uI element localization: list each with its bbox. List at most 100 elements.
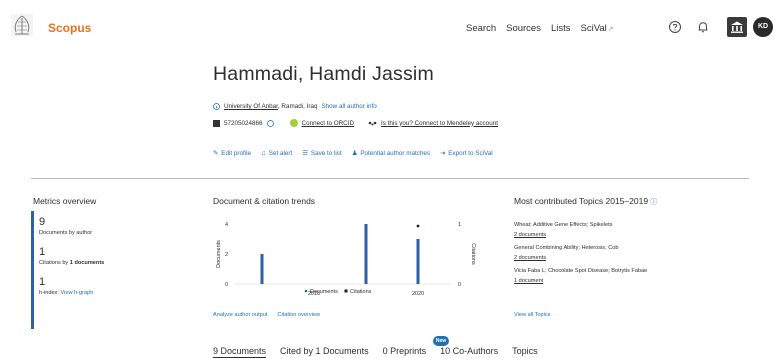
potential-matches-button[interactable]: ♟ Potential author matches xyxy=(352,150,430,157)
save-to-list-button[interactable]: ☰ Save to list xyxy=(302,150,341,157)
connect-mendeley-link[interactable]: Is this you? Connect to Mendeley account xyxy=(381,120,498,127)
bell-icon: ♫ xyxy=(261,150,266,157)
topics-title: Most contributed Topics 2015–2019 ⓘ xyxy=(514,196,657,207)
export-scival-label: Export to SciVal xyxy=(448,150,493,157)
identifiers-row: 57205024866 Connect to ORCID Is this you… xyxy=(213,119,498,127)
y-tick-label: 2 xyxy=(225,252,228,258)
documents-count: 9 xyxy=(39,216,46,228)
orcid-icon xyxy=(289,119,298,127)
id-card-icon xyxy=(213,119,220,127)
topics-list: Wheat; Additive Gene Effects; Spikelets … xyxy=(514,222,714,291)
citations-label-post: documents xyxy=(72,260,105,266)
potential-matches-label: Potential author matches xyxy=(360,150,431,157)
tab-co-authors[interactable]: 10 Co-Authors xyxy=(440,346,498,356)
view-h-graph-link[interactable]: View h-graph xyxy=(60,290,93,296)
y-axis-label: Documents xyxy=(216,240,222,268)
nav-sources[interactable]: Sources xyxy=(506,23,541,34)
new-badge: New xyxy=(433,336,449,346)
y2-tick-label: 0 xyxy=(458,282,461,288)
tab-preprints[interactable]: 0 Preprints xyxy=(383,346,427,356)
trend-chart: 02401Documents Citations2018 2020Documents… xyxy=(216,222,476,297)
legend-label-documents: Documents xyxy=(310,289,338,295)
tab-topics[interactable]: Topics xyxy=(512,346,538,356)
trends-title: Document & citation trends xyxy=(213,196,316,206)
topic-documents-link[interactable]: 2 documents xyxy=(514,232,714,238)
h-index-label: h-index: xyxy=(39,290,59,296)
tab-cited-by[interactable]: Cited by 1 Documents xyxy=(280,346,369,356)
affiliation-location: , Ramadi, Iraq xyxy=(277,103,318,110)
profile-actions: ✎ Edit profile ♫ Set alert ☰ Save to list ♟… xyxy=(213,150,493,157)
info-icon[interactable] xyxy=(266,119,274,127)
topic-item: General Combining Ability; Heterosis; Co… xyxy=(514,245,714,261)
h-index-label-row: h-index: View h-graph xyxy=(39,290,190,296)
topic-name: Wheat; Additive Gene Effects; Spikelets xyxy=(514,222,613,228)
pencil-icon: ✎ xyxy=(213,150,219,157)
external-link-icon: ↗ xyxy=(607,26,614,33)
topics-title-text: Most contributed Topics 2015–2019 xyxy=(514,196,649,206)
h-index-value: 1 xyxy=(39,276,46,288)
scopus-logo[interactable]: Scopus xyxy=(48,21,91,35)
mendeley-icon xyxy=(368,121,377,125)
legend-swatch-documents xyxy=(304,289,308,293)
y2-tick-label: 1 xyxy=(458,222,461,228)
x-tick-label: 2020 xyxy=(412,291,424,297)
affiliation-row: University Of Anbar, Ramadi, Iraq Show a… xyxy=(213,103,377,110)
trend-links: Analyze author output Citation overview xyxy=(213,312,320,318)
set-alert-label: Set alert xyxy=(268,150,293,157)
results-tabs: 9 Documents Cited by 1 Documents 0 Prepr… xyxy=(213,346,538,358)
citations-label-pre: Citations by xyxy=(39,260,70,266)
analyze-output-link[interactable]: Analyze author output xyxy=(213,312,267,318)
bar-documents xyxy=(364,224,368,284)
documents-label: Documents by author xyxy=(39,230,93,236)
info-icon[interactable]: ⓘ xyxy=(650,199,657,206)
people-icon: ♟ xyxy=(351,150,358,157)
save-to-list-label: Save to list xyxy=(310,150,342,157)
connect-orcid-link[interactable]: Connect to ORCID xyxy=(302,120,355,127)
tab-documents[interactable]: 9 Documents xyxy=(213,346,267,358)
y-tick-label: 4 xyxy=(225,222,228,228)
bell-icon[interactable] xyxy=(696,20,710,34)
user-avatar[interactable]: KD xyxy=(753,17,773,37)
citation-overview-link[interactable]: Citation overview xyxy=(277,312,320,318)
affiliation-link[interactable]: University Of Anbar xyxy=(224,103,278,110)
edit-profile-label: Edit profile xyxy=(221,150,252,157)
legend-label-citations: Citations xyxy=(350,289,372,295)
author-name: Hammadi, Hamdi Jassim xyxy=(213,63,434,85)
edit-profile-button[interactable]: ✎ Edit profile xyxy=(213,150,251,157)
list-icon: ☰ xyxy=(302,150,308,157)
info-icon xyxy=(213,103,220,110)
topic-name: Vicia Faba L; Chocolate Spot Disease; Bo… xyxy=(514,268,648,274)
legend-swatch-citations xyxy=(344,289,348,293)
topic-name: General Combining Ability; Heterosis; Co… xyxy=(514,245,619,251)
show-author-info-link[interactable]: Show all author info xyxy=(321,103,376,110)
metrics-panel: 9 Documents by author 1 Citations by 1 d… xyxy=(31,211,190,329)
main-nav: Search Sources Lists SciVal↗ xyxy=(466,23,614,34)
nav-search[interactable]: Search xyxy=(466,23,496,34)
set-alert-button[interactable]: ♫ Set alert xyxy=(261,150,292,157)
topic-item: Wheat; Additive Gene Effects; Spikelets … xyxy=(514,222,714,238)
author-id: 57205024866 xyxy=(224,119,263,127)
metric-h-index: 1 h-index: View h-graph xyxy=(39,276,190,296)
topic-documents-link[interactable]: 2 documents xyxy=(514,255,714,261)
bar-documents xyxy=(416,239,420,284)
citations-label: Citations by 1 documents xyxy=(39,260,190,266)
metric-documents: 9 Documents by author xyxy=(39,216,190,236)
y-tick-label: 0 xyxy=(225,282,228,288)
help-icon[interactable] xyxy=(668,20,682,34)
metrics-overview-title: Metrics overview xyxy=(33,196,97,206)
bar-documents xyxy=(260,254,264,284)
nav-lists[interactable]: Lists xyxy=(551,23,571,34)
metric-citations: 1 Citations by 1 documents xyxy=(39,246,190,266)
export-icon: ⇥ xyxy=(440,150,446,157)
topic-documents-link[interactable]: 1 document xyxy=(514,278,714,284)
institution-icon[interactable] xyxy=(727,17,747,37)
nav-scival-label: SciVal xyxy=(580,23,607,34)
nav-scival[interactable]: SciVal↗ xyxy=(581,23,614,34)
citations-count: 1 xyxy=(39,246,46,258)
elsevier-logo-icon[interactable] xyxy=(10,12,34,38)
section-divider xyxy=(31,178,749,179)
point-citations xyxy=(416,224,420,228)
export-scival-button[interactable]: ⇥ Export to SciVal xyxy=(440,150,493,157)
view-all-topics-link[interactable]: View all Topics xyxy=(514,312,550,318)
topic-item: Vicia Faba L; Chocolate Spot Disease; Bo… xyxy=(514,268,714,284)
